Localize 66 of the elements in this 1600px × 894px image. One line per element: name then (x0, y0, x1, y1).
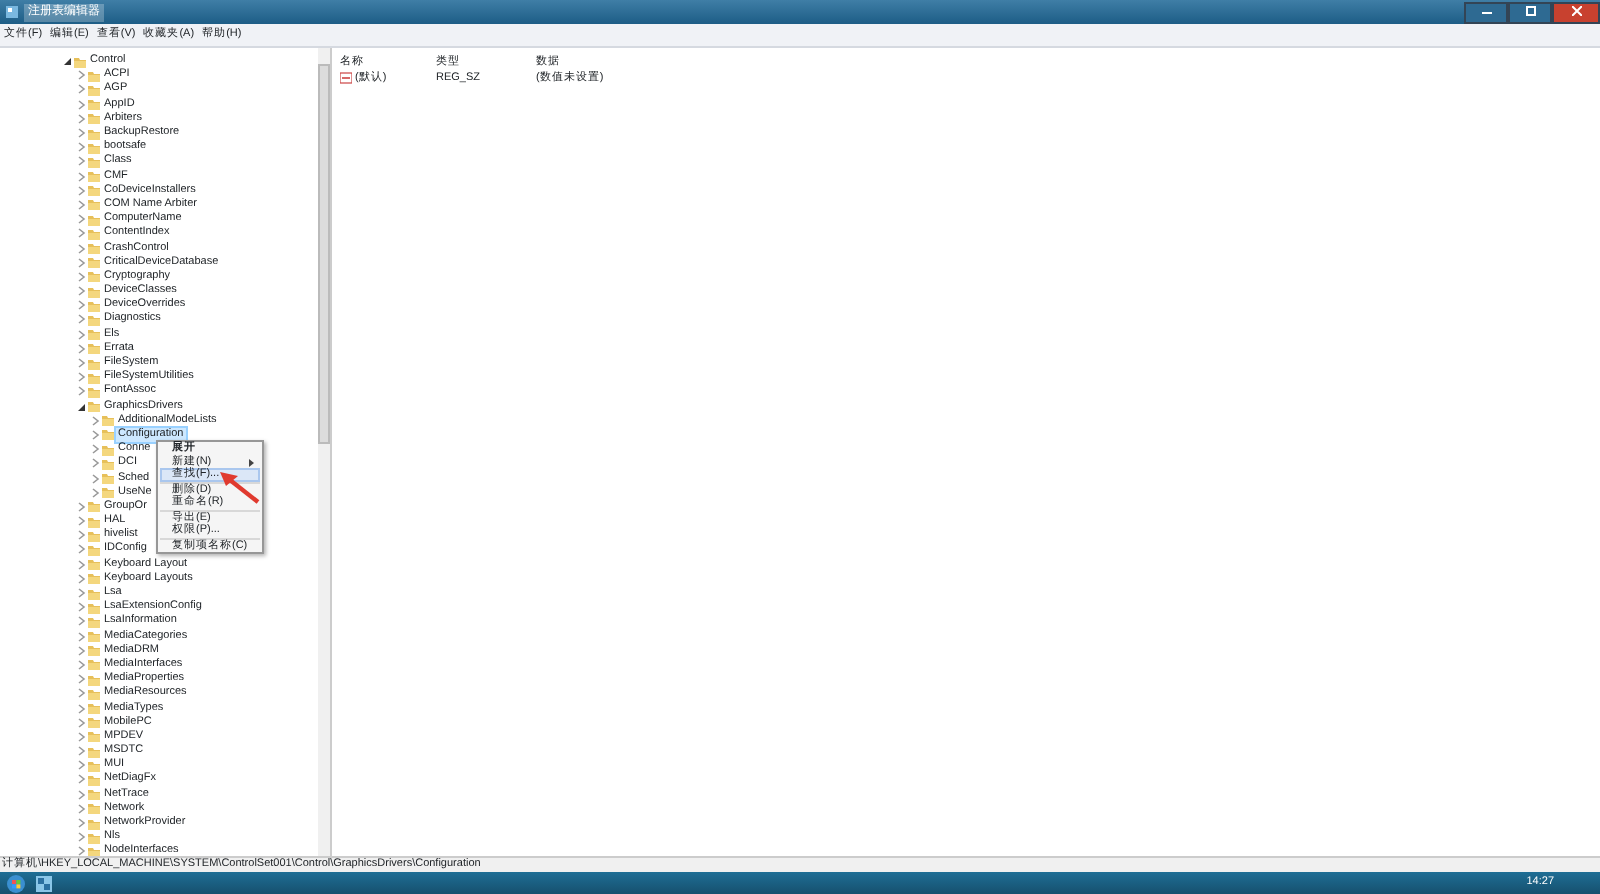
maximize-icon (1525, 6, 1535, 17)
expand-icon[interactable] (76, 199, 86, 210)
expand-icon[interactable] (76, 300, 86, 311)
expand-icon[interactable] (76, 185, 86, 196)
expand-icon[interactable] (76, 271, 86, 282)
expand-icon[interactable] (76, 559, 86, 570)
expand-icon[interactable] (76, 544, 86, 555)
close-button[interactable] (1552, 1, 1600, 23)
expand-icon[interactable] (76, 846, 86, 856)
expand-icon[interactable] (90, 429, 100, 440)
minimize-button[interactable] (1464, 1, 1508, 23)
expand-icon[interactable] (76, 674, 86, 685)
expand-icon[interactable] (76, 659, 86, 670)
string-value-icon (340, 72, 352, 84)
expand-icon[interactable] (76, 717, 86, 728)
expand-icon[interactable] (76, 128, 86, 139)
expand-icon[interactable] (76, 257, 86, 268)
collapse-icon[interactable] (62, 56, 72, 67)
expand-icon[interactable] (76, 530, 86, 541)
expand-icon[interactable] (76, 703, 86, 714)
expand-icon[interactable] (76, 228, 86, 239)
expand-icon[interactable] (90, 487, 100, 498)
expand-icon[interactable] (76, 818, 86, 829)
expand-icon[interactable] (76, 99, 86, 110)
expand-icon[interactable] (76, 832, 86, 843)
expand-icon[interactable] (76, 789, 86, 800)
expand-icon[interactable] (76, 243, 86, 254)
submenu-arrow-icon (248, 457, 256, 467)
expand-icon[interactable] (76, 372, 86, 383)
expand-icon[interactable] (76, 645, 86, 656)
expand-icon[interactable] (76, 573, 86, 584)
expand-icon[interactable] (76, 631, 86, 642)
expand-icon[interactable] (76, 343, 86, 354)
expand-icon[interactable] (76, 171, 86, 182)
close-icon (1571, 6, 1581, 17)
expand-icon[interactable] (76, 688, 86, 699)
app-icon (4, 4, 20, 20)
expand-icon[interactable] (76, 803, 86, 814)
expand-icon[interactable] (76, 329, 86, 340)
expand-icon[interactable] (76, 760, 86, 771)
expand-icon[interactable] (76, 142, 86, 153)
expand-icon[interactable] (76, 358, 86, 369)
maximize-button[interactable] (1508, 1, 1552, 23)
expand-icon[interactable] (76, 501, 86, 512)
expand-icon[interactable] (76, 314, 86, 325)
expand-icon[interactable] (76, 588, 86, 599)
expand-icon[interactable] (76, 156, 86, 167)
scrollbar-thumb[interactable] (318, 64, 330, 444)
expand-icon[interactable] (76, 616, 86, 627)
expand-icon[interactable] (76, 113, 86, 124)
expand-icon[interactable] (76, 214, 86, 225)
expand-icon[interactable] (90, 458, 100, 469)
expand-icon[interactable] (76, 731, 86, 742)
expand-icon[interactable] (76, 386, 86, 397)
expand-icon[interactable] (76, 746, 86, 757)
expand-icon[interactable] (90, 444, 100, 455)
expand-icon[interactable] (90, 473, 100, 484)
collapse-icon[interactable] (76, 401, 86, 412)
start-button[interactable] (6, 873, 26, 893)
registry-icon[interactable] (34, 873, 54, 893)
minimize-icon (1481, 6, 1491, 17)
expand-icon[interactable] (76, 286, 86, 297)
expand-icon[interactable] (76, 84, 86, 95)
expand-icon[interactable] (76, 516, 86, 527)
expand-icon[interactable] (76, 774, 86, 785)
expand-icon[interactable] (76, 602, 86, 613)
